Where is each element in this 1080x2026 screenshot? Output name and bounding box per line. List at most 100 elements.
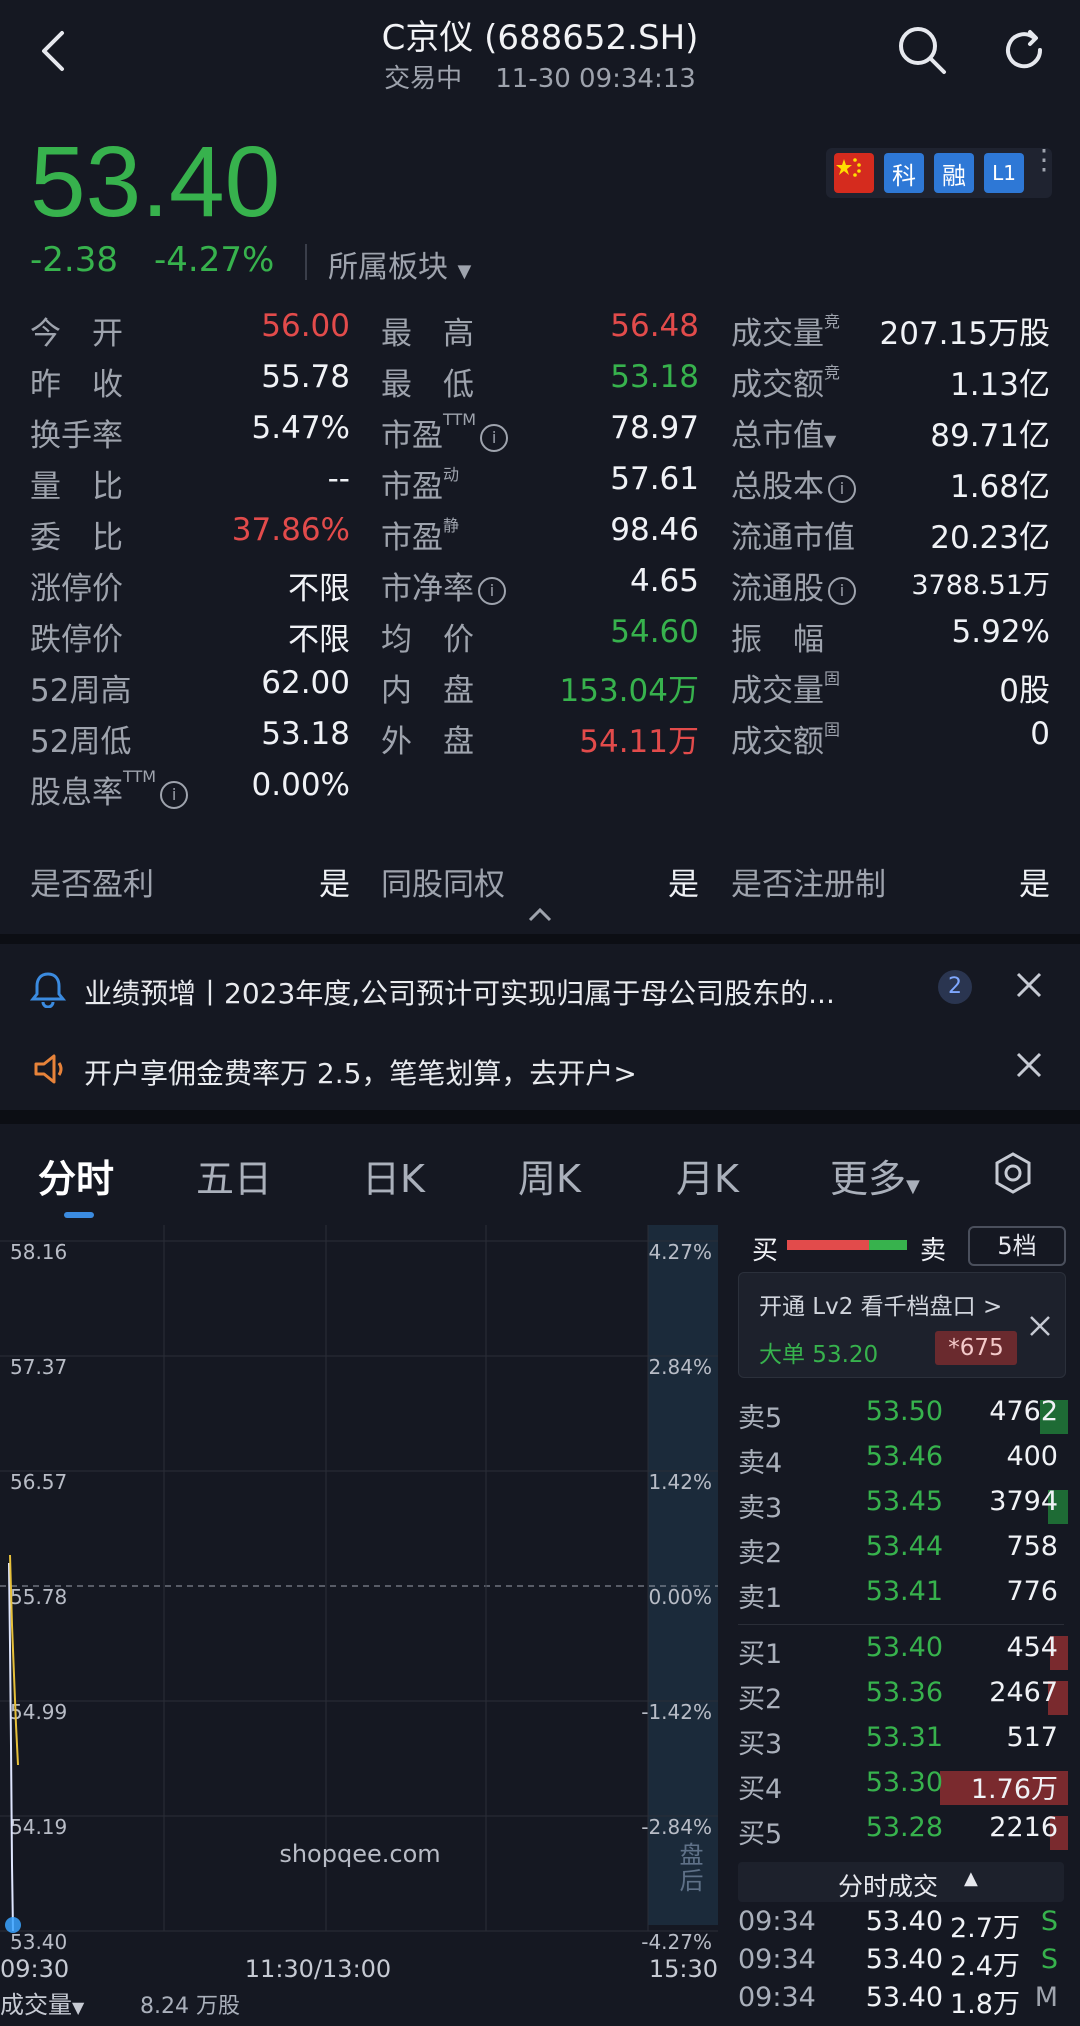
y-price-label: 55.78 bbox=[10, 1585, 67, 1609]
y-percent-label: 4.27% bbox=[648, 1240, 712, 1264]
level-price: 53.45 bbox=[865, 1486, 943, 1517]
trade-time: 09:34 bbox=[738, 1944, 816, 1975]
y-price-label: 56.57 bbox=[10, 1470, 67, 1494]
level-volume: 758 bbox=[1006, 1531, 1058, 1562]
stat-value: 55.78 bbox=[261, 359, 350, 395]
ask-row[interactable]: 卖4 53.46 400 bbox=[738, 1441, 1068, 1485]
stat-label: 市盈动 bbox=[381, 465, 460, 505]
ask-row[interactable]: 卖1 53.41 776 bbox=[738, 1576, 1068, 1620]
tab-weekly-k[interactable]: 周K bbox=[518, 1148, 581, 1203]
info-icon[interactable]: i bbox=[828, 474, 856, 503]
stat-value: 57.61 bbox=[610, 461, 699, 497]
ask-row[interactable]: 卖3 53.45 3794 bbox=[738, 1486, 1068, 1530]
level-volume: 776 bbox=[1006, 1576, 1058, 1607]
info-icon[interactable]: i bbox=[828, 576, 856, 605]
stat-label[interactable]: 总市值▼ bbox=[731, 410, 836, 455]
sell-label: 卖 bbox=[920, 1236, 947, 1266]
level-volume: 3794 bbox=[989, 1486, 1058, 1517]
intraday-chart[interactable]: 58.16 4.27% 57.37 2.84% 56.57 1.42% 55.78 0.00%… bbox=[0, 1225, 720, 1985]
stat-pb: 市净率 i 4.65 bbox=[381, 563, 699, 609]
lv2-promo-text: 开通 Lv2 看千档盘口 > bbox=[759, 1294, 1003, 1320]
info-icon[interactable]: i bbox=[480, 423, 509, 452]
stat-amplitude: 振 幅 5.92% bbox=[731, 614, 1050, 660]
refresh-button[interactable] bbox=[994, 20, 1054, 80]
stat-label: 振 幅 bbox=[731, 622, 824, 658]
bid-row[interactable]: 买5 53.28 2216 bbox=[738, 1812, 1068, 1856]
stat-value: 5.92% bbox=[951, 614, 1050, 650]
promo-notice[interactable]: 开户享佣金费率万 2.5，笔笔划算，去开户> bbox=[0, 1030, 1080, 1110]
stat-avg-price: 均 价 54.60 bbox=[381, 614, 699, 660]
stat-label: 跌停价 bbox=[30, 622, 123, 658]
ask-row[interactable]: 卖2 53.44 758 bbox=[738, 1531, 1068, 1575]
stat-label: 委 比 bbox=[30, 520, 123, 556]
china-flag-icon bbox=[834, 153, 874, 193]
y-percent-label: -2.84% bbox=[641, 1815, 712, 1839]
more-vertical-icon: ⋮ bbox=[1030, 146, 1058, 174]
stat-label: 内 盘 bbox=[381, 673, 474, 709]
close-icon[interactable] bbox=[1012, 1048, 1046, 1082]
earnings-notice[interactable]: 业绩预增丨2023年度,公司预计可实现归属于母公司股东的... 2 bbox=[0, 948, 1080, 1028]
stat-value: 37.86% bbox=[231, 512, 350, 548]
stat-fixed-amount: 成交额固 0 bbox=[731, 716, 1050, 762]
level-label: 买5 bbox=[738, 1819, 783, 1850]
level-label: 卖3 bbox=[738, 1493, 783, 1524]
trades-header[interactable]: 分时成交 ▲ bbox=[738, 1862, 1064, 1902]
price-change: -2.38 bbox=[30, 240, 118, 280]
trade-side: S bbox=[1040, 1906, 1058, 1937]
stat-label: 成交额竞 bbox=[731, 363, 841, 403]
lv2-promo-card[interactable]: 开通 Lv2 看千档盘口 > 大单 53.20 *675 bbox=[738, 1272, 1066, 1378]
stat-pe-ttm: 市盈TTMi 78.97 bbox=[381, 410, 699, 456]
tab-daily-k[interactable]: 日K bbox=[362, 1148, 425, 1203]
stat-label: 流通市值 bbox=[731, 520, 855, 556]
stat-label: 最 高 bbox=[381, 316, 474, 352]
y-price-label: 57.37 bbox=[10, 1355, 67, 1379]
bid-row[interactable]: 买1 53.40 454 bbox=[738, 1632, 1068, 1676]
stat-label: 市盈TTMi bbox=[381, 410, 509, 455]
collapse-button[interactable] bbox=[520, 902, 560, 928]
flag-value: 是 bbox=[1019, 867, 1050, 903]
tab-five-day[interactable]: 五日 bbox=[196, 1148, 272, 1203]
trade-side: M bbox=[1034, 1982, 1058, 2013]
tab-more[interactable]: 更多▼ bbox=[830, 1148, 920, 1203]
stat-pe-dynamic: 市盈动 57.61 bbox=[381, 461, 699, 507]
flag-value: 是 bbox=[668, 867, 699, 903]
stat-value: 3788.51万 bbox=[911, 570, 1050, 601]
ask-row[interactable]: 卖5 53.50 4762 bbox=[738, 1396, 1068, 1440]
stat-limit-down: 跌停价 不限 bbox=[30, 614, 350, 660]
flag-same-rights: 同股同权 是 bbox=[381, 859, 699, 905]
bell-icon bbox=[30, 972, 66, 1008]
chart-settings-button[interactable] bbox=[990, 1150, 1036, 1196]
trades-title: 分时成交 bbox=[838, 1872, 939, 1901]
volume-selector[interactable]: 成交量▼ bbox=[0, 1985, 84, 2020]
info-icon[interactable]: i bbox=[160, 780, 189, 809]
stat-label: 总股本 i bbox=[731, 461, 856, 506]
close-icon[interactable] bbox=[1012, 968, 1046, 1002]
level-price: 53.46 bbox=[865, 1441, 943, 1472]
tab-intraday[interactable]: 分时 bbox=[38, 1148, 114, 1203]
level-price: 53.41 bbox=[865, 1576, 943, 1607]
tab-monthly-k[interactable]: 月K bbox=[676, 1148, 739, 1203]
y-percent-label: 2.84% bbox=[648, 1355, 712, 1379]
depth-selector-button[interactable]: 5档 bbox=[968, 1226, 1066, 1266]
level-price: 53.40 bbox=[865, 1632, 943, 1663]
bid-row[interactable]: 买2 53.36 2467 bbox=[738, 1677, 1068, 1721]
stat-value: 不限 bbox=[288, 622, 350, 658]
stat-pe-static: 市盈静 98.46 bbox=[381, 512, 699, 558]
bid-row[interactable]: 买4 53.30 1.76万 bbox=[738, 1767, 1068, 1811]
search-button[interactable] bbox=[892, 20, 952, 80]
x-time-label: 15:30 bbox=[649, 1955, 718, 1983]
margin-badge: 融 bbox=[934, 153, 974, 193]
bid-row[interactable]: 买3 53.31 517 bbox=[738, 1722, 1068, 1766]
level-label: 卖1 bbox=[738, 1583, 783, 1614]
stat-52w-low: 52周低 53.18 bbox=[30, 716, 350, 762]
info-icon[interactable]: i bbox=[478, 576, 506, 605]
sector-label: 所属板块 bbox=[328, 250, 448, 285]
flag-label: 是否盈利 bbox=[30, 867, 154, 903]
close-icon[interactable] bbox=[1027, 1313, 1053, 1339]
stat-label: 换手率 bbox=[30, 418, 123, 454]
level-volume: 517 bbox=[1006, 1722, 1058, 1753]
stat-value: 4.65 bbox=[629, 563, 699, 599]
sector-dropdown[interactable]: 所属板块 ▼ bbox=[328, 242, 471, 286]
stat-label: 最 低 bbox=[381, 367, 474, 403]
stat-value: 54.11万 bbox=[579, 724, 699, 760]
